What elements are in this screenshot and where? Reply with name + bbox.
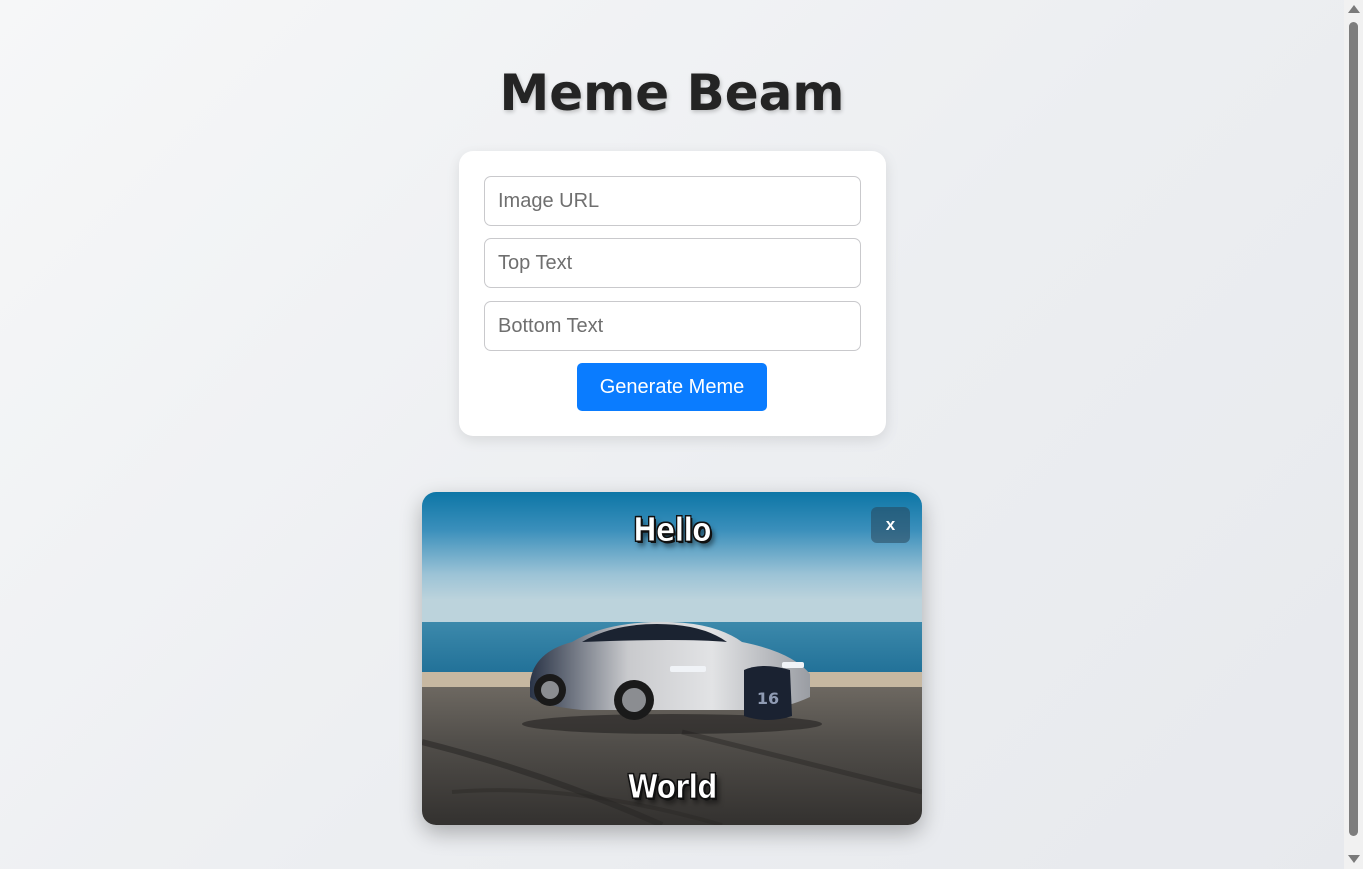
generate-meme-button[interactable]: Generate Meme: [577, 363, 767, 411]
page: Meme Beam Generate Meme: [0, 0, 1344, 869]
meme-preview: 16 Hello World x: [422, 492, 922, 825]
meme-top-text: Hello: [633, 510, 712, 550]
scroll-up-arrow-icon[interactable]: [1348, 5, 1360, 13]
scroll-thumb[interactable]: [1349, 22, 1358, 836]
top-text-input[interactable]: [484, 238, 861, 288]
bottom-text-input[interactable]: [484, 301, 861, 351]
image-url-input[interactable]: [484, 176, 861, 226]
page-title: Meme Beam: [499, 64, 845, 122]
meme-bottom-text: World: [627, 767, 718, 807]
svg-text:16: 16: [757, 689, 779, 708]
meme-form-card: Generate Meme: [459, 151, 886, 436]
close-meme-button[interactable]: x: [871, 507, 910, 543]
scroll-down-arrow-icon[interactable]: [1348, 855, 1360, 863]
vertical-scrollbar[interactable]: [1344, 0, 1363, 869]
